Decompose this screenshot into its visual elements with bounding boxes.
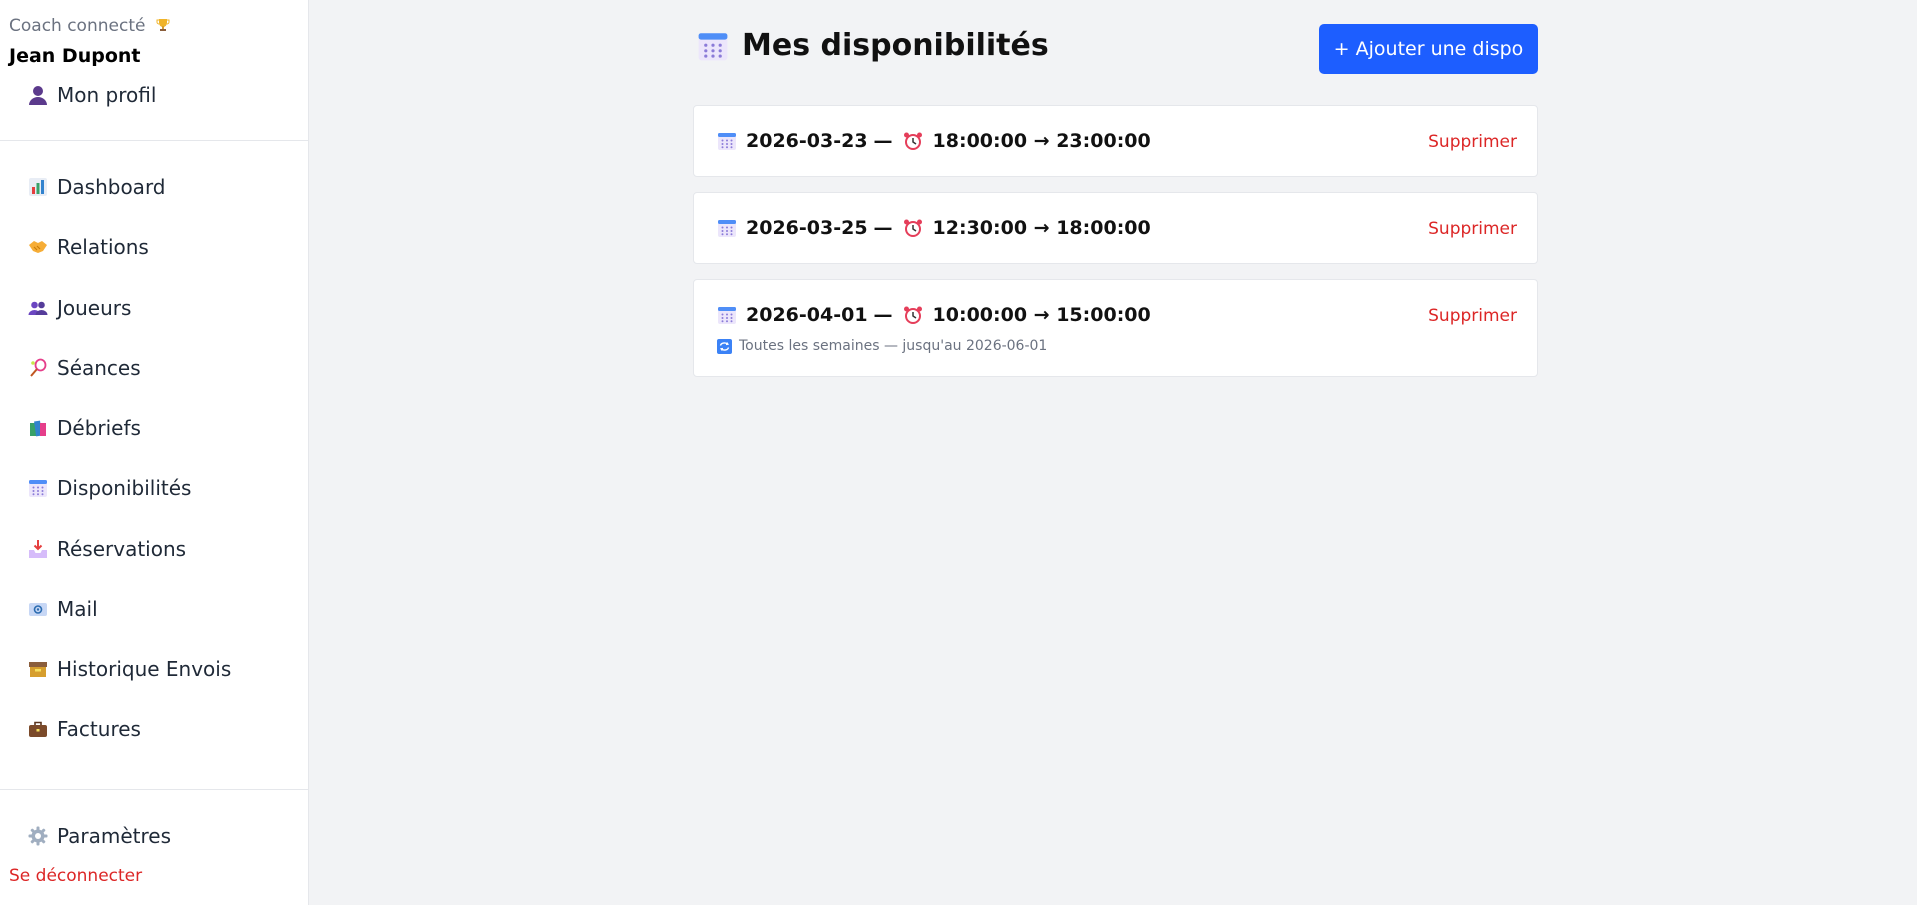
sidebar-item-label: Mail	[57, 597, 98, 621]
sidebar-item-reservations[interactable]: Réservations	[27, 532, 186, 566]
sidebar-item-label: Mon profil	[57, 83, 157, 107]
sidebar-item-label: Disponibilités	[57, 476, 192, 500]
logout-link[interactable]: Se déconnecter	[9, 866, 142, 886]
page-title: Mes disponibilités	[697, 28, 1049, 63]
tennis-racket-icon	[27, 357, 49, 379]
mail-icon	[27, 598, 49, 620]
slot-time-range: 12:30:00 → 18:00:00	[932, 217, 1151, 239]
availability-summary: 2026-03-25 — 12:30:00 → 18:00:00	[717, 217, 1151, 239]
delete-button[interactable]: Supprimer	[1428, 306, 1517, 326]
sidebar-item-label: Factures	[57, 717, 141, 741]
slot-separator: —	[873, 130, 893, 152]
sidebar-item-parametres[interactable]: Paramètres	[27, 819, 171, 853]
sidebar-item-mail[interactable]: Mail	[27, 592, 98, 626]
slot-date: 2026-04-01	[746, 304, 868, 326]
calendar-icon	[697, 30, 729, 62]
inbox-tray-icon	[27, 538, 49, 560]
sidebar-divider	[0, 789, 309, 790]
alarm-clock-icon	[903, 305, 923, 325]
availability-card: 2026-03-23 — 18:00:00 → 23:00:00 Supprim…	[693, 105, 1538, 177]
bar-chart-icon	[27, 176, 49, 198]
add-availability-button[interactable]: + Ajouter une dispo	[1319, 24, 1538, 74]
availability-card: 2026-03-25 — 12:30:00 → 18:00:00 Supprim…	[693, 192, 1538, 264]
sidebar-item-label: Joueurs	[57, 296, 132, 320]
recurrence-note: Toutes les semaines — jusqu'au 2026-06-0…	[717, 338, 1047, 354]
slot-date: 2026-03-23	[746, 130, 868, 152]
user-icon	[27, 84, 49, 106]
sidebar-item-label: Dashboard	[57, 175, 166, 199]
sidebar-item-profile[interactable]: Mon profil	[27, 78, 156, 112]
users-icon	[27, 297, 49, 319]
books-icon	[27, 417, 49, 439]
slot-date: 2026-03-25	[746, 217, 868, 239]
gear-icon	[27, 825, 49, 847]
trophy-icon	[155, 17, 171, 33]
calendar-icon	[27, 477, 49, 499]
sidebar-item-joueurs[interactable]: Joueurs	[27, 291, 131, 325]
calendar-icon	[717, 218, 737, 238]
repeat-icon	[717, 338, 732, 354]
recurrence-text: Toutes les semaines — jusqu'au 2026-06-0…	[739, 338, 1048, 354]
delete-button[interactable]: Supprimer	[1428, 132, 1517, 152]
sidebar-item-label: Réservations	[57, 537, 187, 561]
page-title-text: Mes disponibilités	[742, 28, 1049, 63]
sidebar-item-disponibilites[interactable]: Disponibilités	[27, 471, 191, 505]
sidebar-item-label: Relations	[57, 235, 149, 259]
alarm-clock-icon	[903, 131, 923, 151]
briefcase-icon	[27, 718, 49, 740]
calendar-icon	[717, 305, 737, 325]
sidebar-item-label: Débriefs	[57, 416, 141, 440]
slot-time-range: 18:00:00 → 23:00:00	[932, 130, 1151, 152]
alarm-clock-icon	[903, 218, 923, 238]
sidebar-item-relations[interactable]: Relations	[27, 230, 149, 264]
coach-name: Jean Dupont	[9, 45, 141, 67]
availability-card: 2026-04-01 — 10:00:00 → 15:00:00 Supprim…	[693, 279, 1538, 377]
availability-summary: 2026-04-01 — 10:00:00 → 15:00:00	[717, 304, 1151, 326]
coach-status: Coach connecté	[9, 16, 171, 36]
calendar-icon	[717, 131, 737, 151]
sidebar-item-dashboard[interactable]: Dashboard	[27, 170, 166, 204]
sidebar-item-historique-envois[interactable]: Historique Envois	[27, 652, 231, 686]
sidebar-item-factures[interactable]: Factures	[27, 712, 141, 746]
coach-status-label: Coach connecté	[9, 16, 146, 36]
slot-separator: —	[873, 217, 893, 239]
slot-time-range: 10:00:00 → 15:00:00	[932, 304, 1151, 326]
availability-summary: 2026-03-23 — 18:00:00 → 23:00:00	[717, 130, 1151, 152]
sidebar-item-seances[interactable]: Séances	[27, 351, 141, 385]
sidebar-item-label: Paramètres	[57, 824, 172, 848]
delete-button[interactable]: Supprimer	[1428, 219, 1517, 239]
sidebar: Coach connecté Jean Dupont Mon profil Da…	[0, 0, 309, 905]
sidebar-item-label: Historique Envois	[57, 657, 232, 681]
sidebar-item-label: Séances	[57, 356, 141, 380]
sidebar-item-debriefs[interactable]: Débriefs	[27, 411, 141, 445]
archive-box-icon	[27, 658, 49, 680]
slot-separator: —	[873, 304, 893, 326]
sidebar-divider	[0, 140, 309, 141]
handshake-icon	[27, 236, 49, 258]
